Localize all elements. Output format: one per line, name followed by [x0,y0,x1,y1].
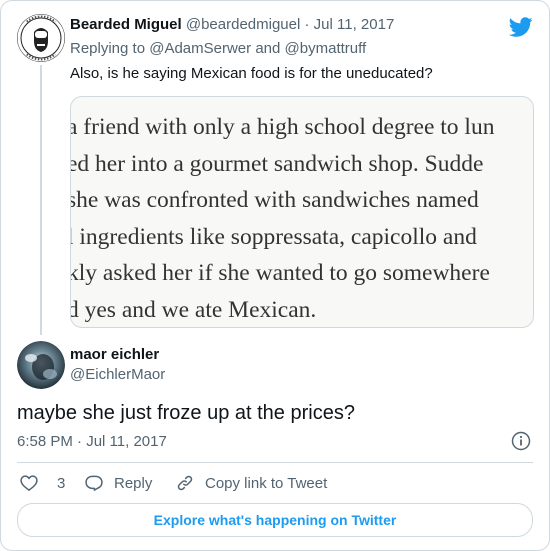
copy-link-label: Copy link to Tweet [205,474,328,492]
embedded-tweet-card: Bearded Miguel @beardedmiguel · Jul 11, … [0,0,550,551]
book-line: ed her into a gourmet sandwich shop. Sud… [70,150,484,177]
avatar-bearded-miguel[interactable] [17,14,65,62]
book-line: l ingredients like soppressata, capicoll… [70,223,477,250]
replying-to-line: Replying to @AdamSerwer and @bymattruff [70,39,366,59]
reply-label: Reply [114,474,153,492]
parent-author-handle[interactable]: @beardedmiguel [186,16,300,33]
link-icon [177,475,193,491]
header-separator: · [300,16,314,33]
replying-to-and: and [251,40,285,57]
book-line: she was confronted with sandwiches named [70,187,479,213]
like-count: 3 [57,474,66,492]
avatar-maor-eichler[interactable] [17,341,65,389]
copy-link-button[interactable]: Copy link to Tweet [175,471,327,495]
book-line: kly asked her if she wanted to go somewh… [70,260,490,286]
tweet-text: maybe she just froze up at the prices? [17,402,355,424]
divider [17,462,533,463]
thread-connector-line [40,65,42,335]
tweet-timestamp[interactable]: 6:58 PM · Jul 11, 2017 [17,432,167,452]
replying-to-user-2[interactable]: @bymattruff [285,40,367,57]
replying-to-user-1[interactable]: @AdamSerwer [149,40,251,57]
reply-button[interactable]: Reply [84,471,152,495]
twitter-bird-icon[interactable] [509,15,533,39]
replying-to-prefix: Replying to [70,40,150,57]
tweet-author-name[interactable]: maor eichler [70,345,159,365]
book-line: a friend with only a high school degree … [70,114,495,140]
parent-author-name[interactable]: Bearded Miguel [70,16,182,33]
parent-tweet-text: Also, is he saying Mexican food is for t… [70,65,433,82]
attached-book-photo[interactable]: a friend with only a high school degree … [70,96,534,328]
parent-tweet-header: Bearded Miguel @beardedmiguel · Jul 11, … [70,15,394,35]
explore-twitter-button[interactable]: Explore what's happening on Twitter [17,503,533,537]
book-text-lines: a friend with only a high school degree … [70,109,495,327]
like-button[interactable]: 3 [19,471,65,495]
tweet-author-handle[interactable]: @EichlerMaor [70,365,165,385]
info-icon[interactable] [511,431,531,451]
heart-icon [20,475,38,491]
parent-tweet-date[interactable]: Jul 11, 2017 [314,16,395,33]
reply-bubble-icon [85,475,103,491]
book-line: d yes and we ate Mexican. [70,296,317,323]
